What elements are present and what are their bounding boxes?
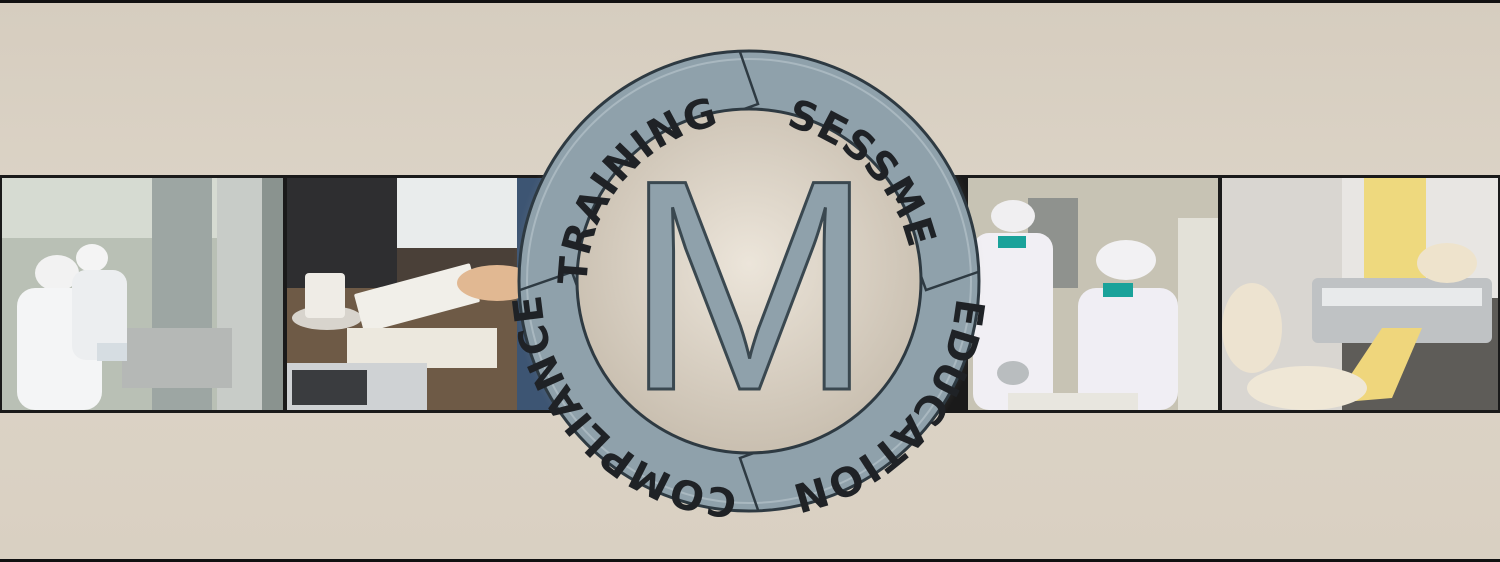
pasta-machine-photo bbox=[1222, 178, 1498, 410]
center-letter-m: M bbox=[624, 117, 874, 453]
logo-emblem: TRAINING ASSESSMENT EDUCATION COMPLIANCE… bbox=[512, 44, 986, 518]
factory-workers-photo bbox=[2, 178, 283, 410]
lab-workers-photo bbox=[968, 178, 1218, 410]
